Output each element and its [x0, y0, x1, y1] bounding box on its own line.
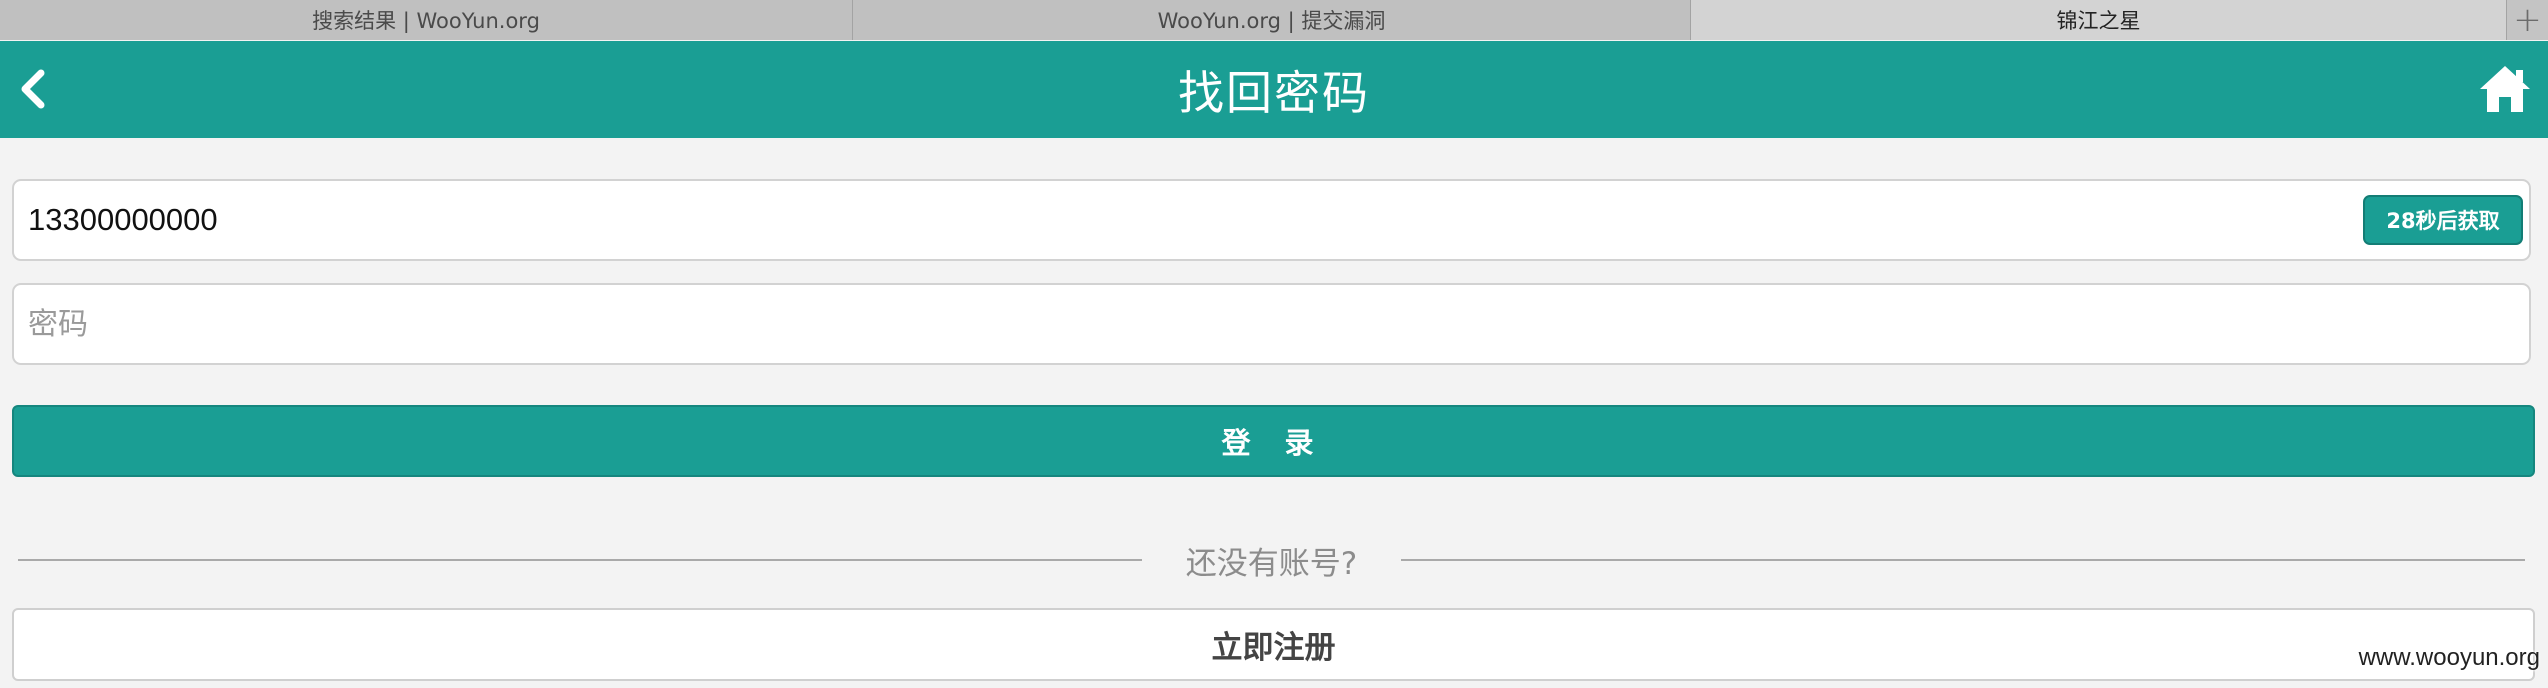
- browser-tab-bar: 搜索结果 | WooYun.org WooYun.org | 提交漏洞 锦江之星…: [0, 0, 2548, 40]
- get-code-button[interactable]: 28秒后获取: [2363, 195, 2523, 245]
- browser-tab-active[interactable]: 锦江之星: [1691, 0, 2507, 40]
- phone-field: 28秒后获取: [12, 179, 2531, 261]
- divider-line: [18, 559, 1142, 561]
- password-field: [12, 283, 2531, 365]
- divider-line: [1401, 559, 2525, 561]
- home-button[interactable]: [2476, 61, 2534, 117]
- register-prompt: 还没有账号?: [1185, 545, 1358, 582]
- new-tab-button[interactable]: +: [2507, 0, 2548, 40]
- watermark: www.wooyun.org: [2358, 644, 2540, 671]
- home-icon: [2480, 66, 2530, 112]
- chevron-left-icon: [21, 69, 45, 109]
- app-header: 找回密码: [0, 41, 2548, 138]
- page-title: 找回密码: [1178, 65, 1370, 120]
- back-button[interactable]: [12, 63, 52, 115]
- password-input[interactable]: [28, 285, 2328, 363]
- browser-tab[interactable]: 搜索结果 | WooYun.org: [0, 0, 853, 40]
- phone-input[interactable]: [28, 181, 2328, 259]
- page: 搜索结果 | WooYun.org WooYun.org | 提交漏洞 锦江之星…: [0, 0, 2548, 688]
- browser-tab[interactable]: WooYun.org | 提交漏洞: [853, 0, 1691, 40]
- login-button[interactable]: 登 录: [12, 405, 2535, 477]
- register-button[interactable]: 立即注册: [12, 608, 2535, 681]
